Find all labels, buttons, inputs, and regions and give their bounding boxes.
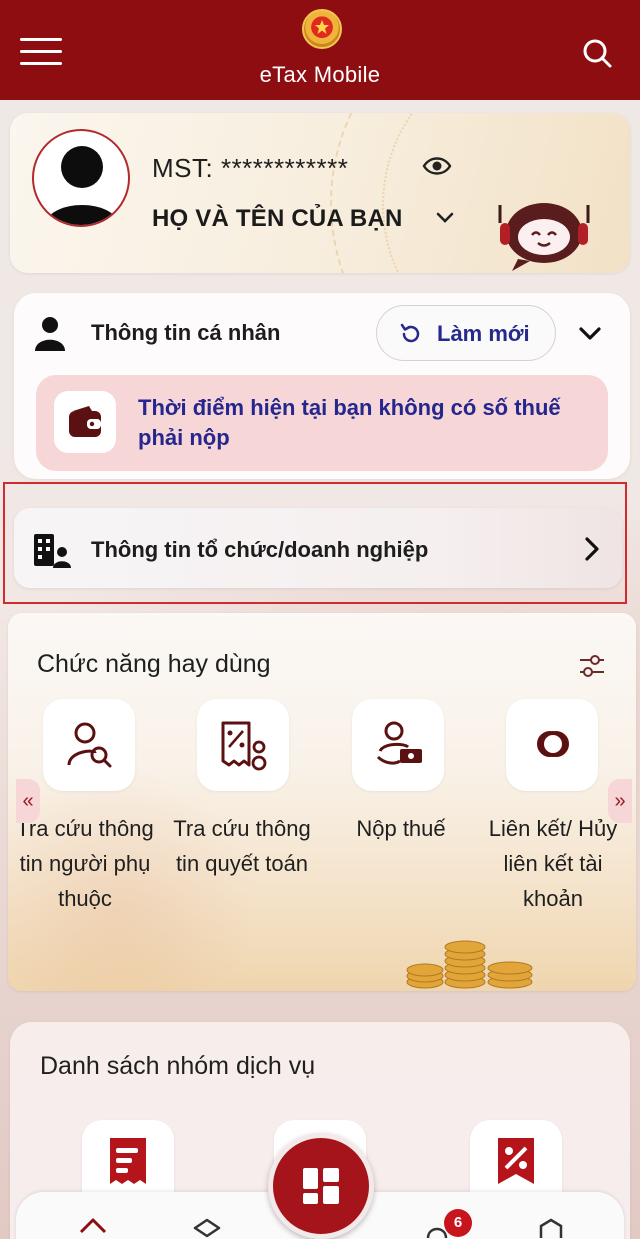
profile-card: MST: ************ HỌ VÀ TÊN CỦA BẠN xyxy=(10,113,630,273)
refresh-label: Làm mới xyxy=(437,321,530,346)
grid-menu-icon[interactable] xyxy=(268,1133,374,1239)
search-icon[interactable] xyxy=(579,36,615,72)
personal-info-card: Thông tin cá nhân Làm mới Thời điểm hiện… xyxy=(14,293,630,479)
layers-icon[interactable] xyxy=(192,1216,222,1238)
chatbot-robot-icon[interactable] xyxy=(494,199,598,273)
function-label: Tra cứu thông tin người phụ thuộc xyxy=(16,816,154,911)
eye-icon[interactable] xyxy=(422,153,452,179)
avatar[interactable] xyxy=(32,129,130,227)
function-label: Nộp thuế xyxy=(356,816,446,841)
person-search-icon xyxy=(43,699,135,791)
sliders-settings-icon[interactable] xyxy=(578,653,606,679)
app-title: eTax Mobile xyxy=(259,62,381,87)
chevron-down-icon[interactable] xyxy=(434,207,456,229)
user-name: HỌ VÀ TÊN CỦA BẠN xyxy=(152,205,403,232)
wallet-icon xyxy=(54,391,116,453)
link-icon xyxy=(506,699,598,791)
building-person-icon xyxy=(32,532,72,568)
service-groups-title: Danh sách nhóm dịch vụ xyxy=(40,1052,316,1080)
pay-tax-icon xyxy=(352,699,444,791)
tax-due-message: Thời điểm hiện tại bạn không có số thuế … xyxy=(138,395,561,450)
refresh-button[interactable]: Làm mới xyxy=(376,305,556,361)
person-icon xyxy=(34,315,66,351)
home-icon[interactable] xyxy=(78,1216,108,1238)
function-label: Liên kết/ Hủy liên kết tài khoản xyxy=(488,816,618,911)
personal-info-title: Thông tin cá nhân xyxy=(91,320,281,345)
shield-icon[interactable] xyxy=(536,1216,566,1238)
organization-info-card[interactable]: Thông tin tổ chức/doanh nghiệp xyxy=(14,508,622,588)
chevron-right-icon xyxy=(580,536,602,562)
national-emblem-icon xyxy=(302,9,342,49)
notification-count-badge: 6 xyxy=(444,1209,472,1237)
gold-coins-decoration xyxy=(400,920,550,992)
frequent-functions-title: Chức năng hay dùng xyxy=(37,650,271,678)
tax-code-label: MST: ************ xyxy=(152,153,349,183)
settlement-receipt-icon xyxy=(197,699,289,791)
refresh-icon xyxy=(400,323,420,343)
chevron-down-icon[interactable] xyxy=(576,320,604,348)
organization-info-title: Thông tin tổ chức/doanh nghiệp xyxy=(91,537,429,562)
scroll-right-button[interactable]: » xyxy=(608,779,632,823)
scroll-left-button[interactable]: « xyxy=(16,779,40,823)
tax-due-notice[interactable]: Thời điểm hiện tại bạn không có số thuế … xyxy=(36,375,608,471)
app-header: eTax Mobile xyxy=(0,0,640,100)
function-label: Tra cứu thông tin quyết toán xyxy=(173,816,311,876)
